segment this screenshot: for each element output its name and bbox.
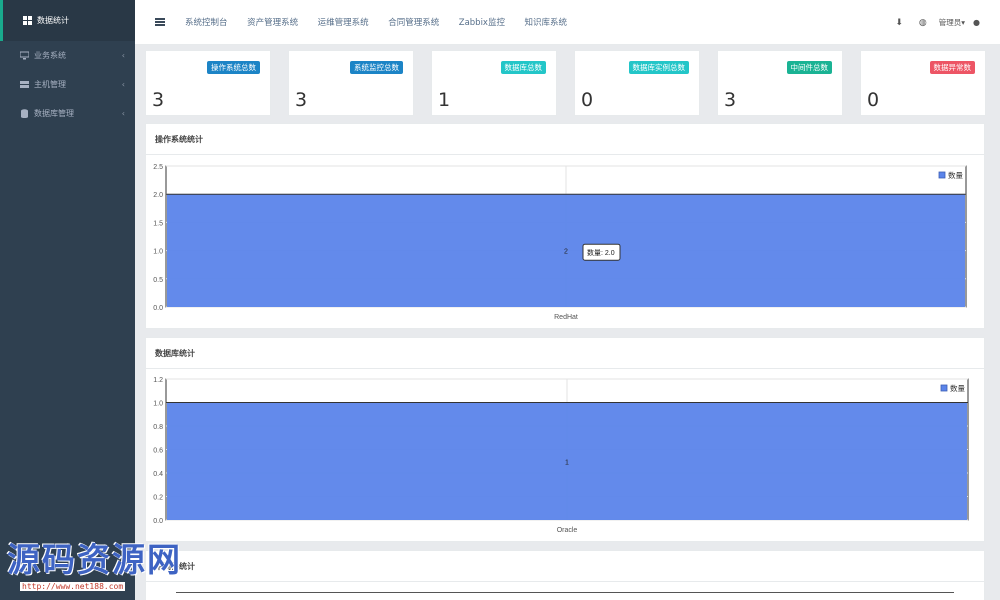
chevron-left-icon: ‹ (121, 51, 125, 60)
y-tick-label: 1.2 (153, 377, 163, 384)
sidebar-item-business[interactable]: 业务系统 ‹ (0, 41, 135, 70)
top-right-tools: ⬇ ◍ 管理员▾ ● (879, 0, 980, 45)
admin-dropdown[interactable]: 管理员▾ (939, 17, 965, 28)
tooltip-text: 数量: 2.0 (587, 248, 615, 257)
y-tick-label: 2.5 (153, 164, 163, 171)
nav-zabbix[interactable]: Zabbix监控 (459, 18, 505, 28)
sidebar-item-hosts[interactable]: 主机管理 ‹ (0, 70, 135, 99)
top-navbar: 系统控制台 资产管理系统 运维管理系统 合同管理系统 Zabbix监控 知识库系… (135, 0, 1000, 45)
top-nav-links: 系统控制台 资产管理系统 运维管理系统 合同管理系统 Zabbix监控 知识库系… (185, 16, 584, 28)
card-value: 0 (867, 89, 880, 111)
y-tick-label: 0.5 (153, 277, 163, 284)
nav-contracts[interactable]: 合同管理系统 (388, 18, 439, 28)
card-badge: 操作系统总数 (207, 61, 260, 74)
nav-ops[interactable]: 运维管理系统 (318, 18, 369, 28)
y-tick-label: 1.0 (153, 401, 163, 408)
card-badge: 中间件总数 (786, 61, 832, 74)
tooltip: 数量: 2.0 (582, 243, 621, 261)
card-badge: 数据库实例总数 (628, 61, 689, 74)
card-value: 3 (295, 89, 308, 111)
sidebar-item-label: 主机管理 (34, 80, 66, 89)
panel-title: 数据库统计 (146, 338, 984, 369)
y-tick-label: 0.0 (153, 518, 163, 525)
legend-swatch (938, 171, 946, 179)
server-icon (20, 80, 29, 89)
grid-icon (23, 16, 32, 25)
card-badge: 系统监控总数 (350, 61, 403, 74)
sidebar-item-label: 业务系统 (34, 51, 66, 60)
sidebar: 数据统计 业务系统 ‹ 主机管理 ‹ 数据库管理 ‹ (0, 0, 135, 600)
card-value: 0 (581, 89, 594, 111)
chevron-left-icon: ‹ (121, 109, 125, 118)
stat-card-database: 数据库总数 1 (431, 50, 557, 116)
y-tick-label: 0.2 (153, 495, 163, 502)
watermark-url: http://www.net188.com (20, 582, 126, 591)
y-tick-label: 0.6 (153, 448, 163, 455)
x-tick-label: RedHat (554, 314, 578, 321)
card-value: 3 (152, 89, 165, 111)
y-tick-label: 0.4 (153, 471, 163, 478)
stat-card-middleware: 中间件总数 3 (717, 50, 843, 116)
x-tick-label: Oracle (557, 527, 578, 534)
monitor-icon (19, 51, 30, 60)
sidebar-item-stats[interactable]: 数据统计 (0, 0, 135, 41)
nav-console[interactable]: 系统控制台 (185, 18, 228, 28)
globe-icon[interactable]: ◍ (919, 18, 927, 28)
sidebar-item-label: 数据库管理 (34, 109, 74, 118)
stat-card-os: 操作系统总数 3 (145, 50, 271, 116)
download-icon[interactable]: ⬇ (895, 18, 903, 28)
data-label: 1 (565, 459, 569, 466)
legend-label: 数量 (948, 170, 963, 180)
user-icon[interactable]: ● (973, 18, 980, 27)
chart-frame-top (176, 592, 954, 593)
watermark-logo: 源码资源网 (7, 540, 182, 579)
y-tick-label: 2.0 (153, 192, 163, 199)
db-stats-panel: 数据库统计 0.0 0.2 0.4 0.6 0.8 1.0 1.2 1 Oracle 数量 (145, 337, 985, 542)
nav-knowledge[interactable]: 知识库系统 (525, 18, 568, 28)
y-tick-label: 0.8 (153, 424, 163, 431)
sidebar-item-database[interactable]: 数据库管理 ‹ (0, 99, 135, 128)
middleware-stats-panel: 中间件统计 (145, 550, 985, 600)
database-icon (20, 109, 29, 118)
y-tick-label: 1.5 (153, 220, 163, 227)
panel-title: 操作系统统计 (146, 124, 984, 155)
nav-assets[interactable]: 资产管理系统 (247, 18, 298, 28)
stat-card-anomalies: 数据异常数 0 (860, 50, 986, 116)
sidebar-item-label: 数据统计 (37, 16, 69, 25)
menu-toggle-icon[interactable] (155, 18, 165, 26)
card-badge: 数据库总数 (500, 61, 546, 74)
legend-swatch (940, 384, 948, 392)
y-tick-label: 1.0 (153, 249, 163, 256)
data-label: 2 (564, 249, 568, 256)
card-value: 3 (724, 89, 737, 111)
chevron-left-icon: ‹ (121, 80, 125, 89)
card-badge: 数据异常数 (929, 61, 975, 74)
os-stats-panel: 操作系统统计 0.0 0.5 1.0 1.5 2.0 2.5 2 RedHat 数量数量: 2.… (145, 123, 985, 329)
stat-card-db-instances: 数据库实例总数 0 (574, 50, 700, 116)
stat-card-monitor: 系统监控总数 3 (288, 50, 414, 116)
db-bar-chart: 0.0 0.2 0.4 0.6 0.8 1.0 1.2 1 Oracle 数量 (153, 377, 969, 534)
panel-title: 中间件统计 (146, 551, 984, 582)
y-tick-label: 0.0 (153, 305, 163, 312)
card-value: 1 (438, 89, 451, 111)
os-bar-chart: 0.0 0.5 1.0 1.5 2.0 2.5 2 RedHat 数量数量: 2.0 (153, 164, 967, 321)
legend-label: 数量 (950, 383, 965, 393)
